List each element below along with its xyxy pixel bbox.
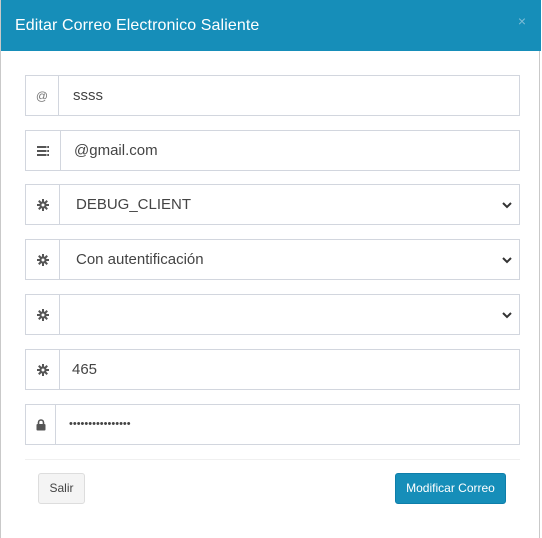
modal-title: Editar Correo Electronico Saliente — [15, 17, 260, 34]
modificar-correo-button[interactable]: Modificar Correo — [395, 473, 506, 504]
port-input[interactable]: 465 — [72, 350, 97, 389]
lock-icon — [26, 405, 56, 444]
security-select[interactable] — [25, 294, 520, 335]
auth-mode-value: Con autentificación — [76, 251, 204, 268]
email-user-field[interactable]: @ ssss — [25, 75, 520, 116]
gear-icon — [26, 240, 60, 279]
password-input[interactable]: •••••••••••••••• — [69, 405, 131, 444]
close-icon[interactable]: × — [515, 14, 529, 28]
chevron-down-icon[interactable] — [501, 309, 513, 321]
auth-mode-select[interactable]: Con autentificación — [25, 239, 520, 280]
email-domain-input[interactable]: @gmail.com — [74, 131, 158, 170]
edit-email-modal: Editar Correo Electronico Saliente × @ s… — [0, 0, 541, 538]
salir-button[interactable]: Salir — [38, 473, 85, 504]
at-icon: @ — [26, 76, 59, 115]
gear-icon — [26, 185, 60, 224]
gear-icon — [26, 350, 60, 389]
gear-icon — [26, 295, 60, 334]
server-icon — [26, 131, 61, 170]
email-user-input[interactable]: ssss — [73, 76, 103, 115]
port-field[interactable]: 465 — [25, 349, 520, 390]
chevron-down-icon[interactable] — [501, 254, 513, 266]
footer-divider — [25, 459, 520, 460]
password-field[interactable]: •••••••••••••••• — [25, 404, 520, 445]
debug-level-value: DEBUG_CLIENT — [76, 196, 192, 213]
email-domain-field[interactable]: @gmail.com — [25, 130, 520, 171]
chevron-down-icon[interactable] — [501, 199, 513, 211]
modal-header: Editar Correo Electronico Saliente × — [1, 0, 541, 51]
debug-level-select[interactable]: DEBUG_CLIENT — [25, 184, 520, 225]
